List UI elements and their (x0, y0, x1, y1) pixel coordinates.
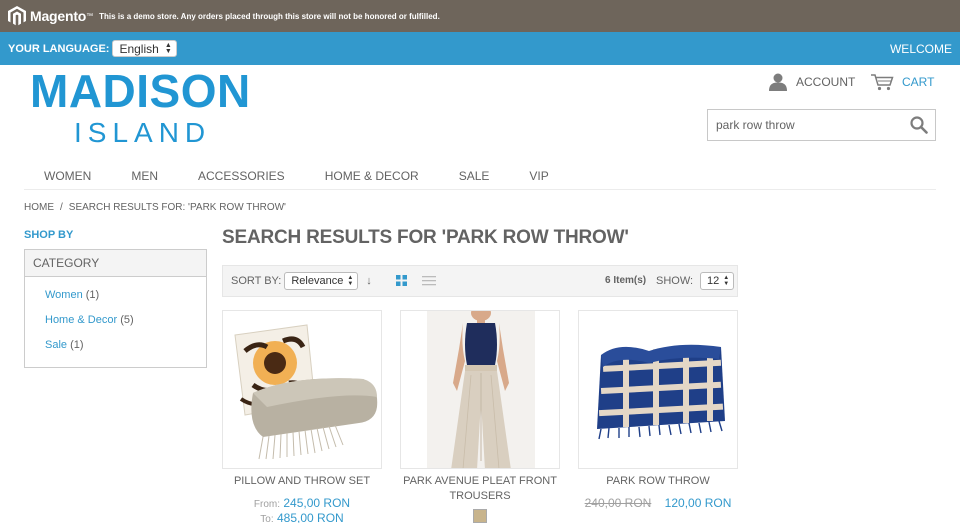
search-input[interactable] (716, 118, 906, 132)
logo-madison[interactable]: MADISON (30, 64, 251, 118)
category-item-women[interactable]: Women (1) (45, 287, 206, 312)
breadcrumb: HOME / SEARCH RESULTS FOR: 'PARK ROW THR… (24, 202, 286, 213)
select-arrows-icon: ▲ ▼ (164, 41, 172, 55)
price-row: 240,00 RON 120,00 RON (578, 496, 738, 510)
search-box (707, 109, 936, 141)
product-image-park-row-throw[interactable] (578, 310, 738, 469)
welcome-message: WELCOME (889, 41, 952, 56)
category-filter-title[interactable]: CATEGORY (25, 250, 206, 277)
category-item-label: Sale (45, 339, 68, 351)
category-item-count: (1) (85, 289, 100, 301)
category-filter: CATEGORY Women (1) Home & Decor (5) Sale… (24, 249, 207, 368)
pillow-throw-image (234, 324, 378, 460)
product-card: PILLOW AND THROW SET From: 245,00 RON To… (222, 310, 382, 523)
trousers-model-image (427, 311, 535, 468)
language-select-value: English (119, 41, 159, 56)
page-title: SEARCH RESULTS FOR 'PARK ROW THROW' (222, 227, 629, 248)
color-swatch[interactable] (473, 509, 487, 523)
sort-by-select[interactable]: Relevance ▲ ▼ (284, 272, 359, 290)
show-label: SHOW: (656, 275, 694, 287)
breadcrumb-current: SEARCH RESULTS FOR: 'PARK ROW THROW' (68, 202, 286, 213)
search-icon (910, 116, 928, 134)
product-image-pillow-throw[interactable] (222, 310, 382, 469)
cart-label: CART (902, 75, 935, 89)
product-image-trousers[interactable] (400, 310, 560, 469)
category-list: Women (1) Home & Decor (5) Sale (1) (25, 277, 206, 362)
product-name[interactable]: PARK ROW THROW (578, 474, 738, 489)
language-select[interactable]: English ▲ ▼ (112, 40, 177, 57)
sort-by-value: Relevance (291, 275, 344, 287)
search-button[interactable] (909, 115, 929, 138)
category-item-label: Home & Decor (45, 314, 118, 326)
grid-view-icon[interactable] (395, 274, 407, 289)
demo-notice-bar: Magento ™ This is a demo store. Any orde… (0, 0, 960, 32)
breadcrumb-home[interactable]: HOME (24, 202, 54, 213)
sort-by-label: SORT BY: (231, 275, 282, 287)
list-view-icon[interactable] (421, 274, 436, 289)
price-to-value: 485,00 RON (276, 511, 344, 523)
product-toolbar: SORT BY: Relevance ▲ ▼ ↓ 6 Item(s) SHOW: … (222, 265, 738, 297)
special-price: 120,00 RON (664, 496, 732, 510)
magento-wordmark: Magento (30, 8, 87, 24)
category-item-home-decor[interactable]: Home & Decor (5) (45, 312, 206, 337)
price-from-row: From: 245,00 RON (222, 496, 382, 510)
price-to-label: To: (260, 514, 274, 523)
select-arrows-icon: ▲ ▼ (723, 275, 730, 287)
account-link[interactable]: ACCOUNT (768, 73, 855, 91)
cart-icon (871, 74, 894, 91)
product-name[interactable]: PARK AVENUE PLEAT FRONT TROUSERS (400, 474, 560, 504)
category-item-sale[interactable]: Sale (1) (45, 337, 206, 362)
show-limit-value: 12 (707, 275, 720, 287)
show-limit-select[interactable]: 12 ▲ ▼ (700, 272, 735, 290)
account-icon (769, 73, 787, 91)
nav-item-accessories[interactable]: ACCESSORIES (198, 164, 285, 190)
nav-item-vip[interactable]: VIP (529, 164, 548, 190)
item-count: 6 Item(s) (605, 275, 647, 286)
account-label: ACCOUNT (796, 75, 856, 89)
breadcrumb-separator: / (60, 202, 63, 213)
magento-icon (8, 6, 26, 26)
category-item-count: (1) (70, 339, 84, 351)
product-card: PARK ROW THROW 240,00 RON 120,00 RON (578, 310, 738, 510)
language-label: YOUR LANGUAGE: (8, 42, 110, 55)
sort-direction-arrow-icon[interactable]: ↓ (366, 275, 372, 287)
nav-item-men[interactable]: MEN (131, 164, 158, 190)
price-to-row: To: 485,00 RON (222, 511, 382, 523)
main-nav: WOMEN MEN ACCESSORIES HOME & DECOR SALE … (24, 164, 936, 190)
category-item-count: (5) (120, 314, 134, 326)
nav-item-women[interactable]: WOMEN (44, 164, 91, 190)
nav-item-sale[interactable]: SALE (459, 164, 490, 190)
cart-link[interactable]: CART (870, 73, 934, 91)
price-from-label: From: (253, 499, 281, 510)
product-name[interactable]: PILLOW AND THROW SET (222, 474, 382, 489)
park-row-throw-image (597, 344, 725, 440)
product-card: PARK AVENUE PLEAT FRONT TROUSERS (400, 310, 560, 523)
logo-island[interactable]: ISLAND (74, 117, 211, 149)
old-price: 240,00 RON (584, 496, 652, 510)
shop-by-heading: SHOP BY (24, 229, 74, 241)
nav-item-home-decor[interactable]: HOME & DECOR (325, 164, 419, 190)
price-from-value: 245,00 RON (283, 496, 351, 510)
demo-notice-text: This is a demo store. Any orders placed … (99, 11, 440, 21)
category-item-label: Women (45, 289, 83, 301)
magento-logo: Magento ™ (8, 6, 93, 26)
select-arrows-icon: ▲ ▼ (347, 275, 354, 287)
language-bar: YOUR LANGUAGE: English ▲ ▼ WELCOME (0, 32, 960, 65)
